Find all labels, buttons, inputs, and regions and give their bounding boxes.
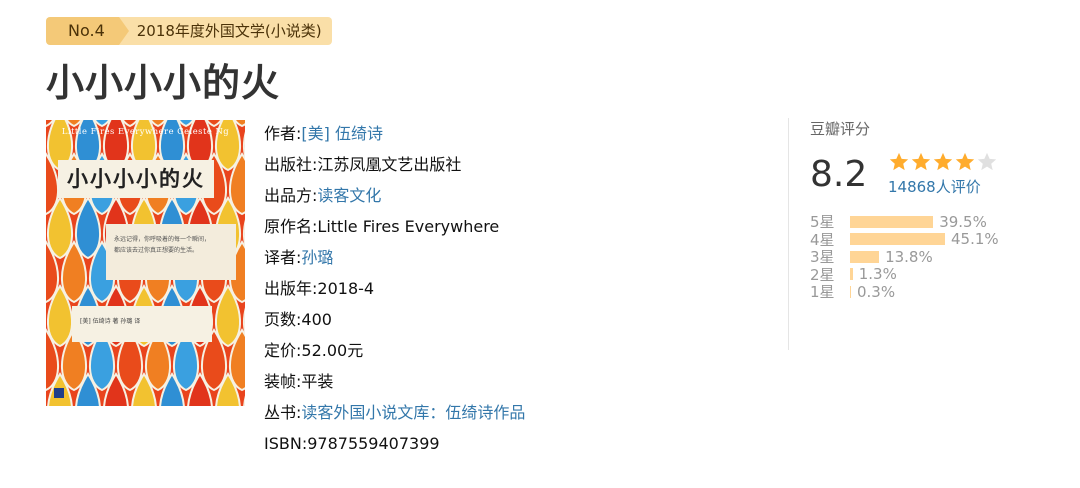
stars-wrap: 14868人评价 bbox=[888, 151, 998, 197]
book-title: 小小小小的火 bbox=[46, 61, 281, 105]
info-row-binding: 装帧: 平装 bbox=[264, 366, 525, 397]
rating-bar-track bbox=[850, 285, 851, 298]
info-row-isbn: ISBN: 9787559407399 bbox=[264, 428, 525, 459]
info-label: 出版年: bbox=[264, 279, 318, 298]
rating-bar bbox=[850, 268, 853, 281]
info-value: 400 bbox=[301, 310, 332, 329]
book-info: 作者: [美] 伍绮诗 出版社: 江苏凤凰文艺出版社 出品方: 读客文化 原作名… bbox=[264, 118, 525, 459]
info-label: 装帧: bbox=[264, 372, 302, 391]
rating-bar bbox=[850, 285, 851, 298]
info-row-original-title: 原作名: Little Fires Everywhere bbox=[264, 211, 525, 242]
rating-title: 豆瓣评分 bbox=[810, 120, 871, 138]
info-label: 译者: bbox=[264, 248, 302, 267]
ranking-badge[interactable]: No.4 2018年度外国文学(小说类) bbox=[46, 17, 332, 45]
info-row-series: 丛书: 读客外国小说文库：伍绮诗作品 bbox=[264, 397, 525, 428]
producer-link[interactable]: 读客文化 bbox=[317, 180, 381, 211]
star-filled-icon bbox=[911, 152, 931, 171]
info-row-publisher: 出版社: 江苏凤凰文艺出版社 bbox=[264, 149, 525, 180]
info-label: 原作名: bbox=[264, 217, 318, 236]
info-row-year: 出版年: 2018-4 bbox=[264, 273, 525, 304]
info-label: 定价: bbox=[264, 341, 302, 360]
rating-bar-track bbox=[850, 215, 934, 228]
cover-top-text: Little Fires Everywhere Celeste Ng bbox=[61, 126, 230, 136]
info-label: ISBN: bbox=[264, 434, 308, 453]
rating-main: 8.2 14868人评价 bbox=[810, 151, 1050, 197]
cover-title: 小小小小的火 bbox=[58, 160, 214, 198]
info-row-pages: 页数: 400 bbox=[264, 304, 525, 335]
info-row-price: 定价: 52.00元 bbox=[264, 335, 525, 366]
rating-row-percent: 39.5% bbox=[939, 212, 987, 231]
info-value: 2018-4 bbox=[317, 279, 375, 298]
info-value: 平装 bbox=[301, 372, 334, 391]
cover-quote-line2: 都应该去过你真正想要的生活。 bbox=[114, 247, 199, 254]
rank-list-name: 2018年度外国文学(小说类) bbox=[118, 17, 332, 45]
author-link[interactable]: [美] 伍绮诗 bbox=[301, 118, 383, 149]
rank-number: No.4 bbox=[46, 17, 129, 45]
info-value: 52.00元 bbox=[301, 341, 364, 360]
star-filled-icon bbox=[889, 152, 909, 171]
rating-distribution: 5星 39.5% 4星 45.1% 3星 13.8% 2星 1.3% 1星 0.3% bbox=[810, 212, 1050, 302]
rating-row-percent: 0.3% bbox=[857, 282, 896, 301]
info-row-producer: 出品方: 读客文化 bbox=[264, 180, 525, 211]
info-label: 出版社: bbox=[264, 155, 318, 174]
rating-bar-track bbox=[850, 233, 945, 246]
info-label: 页数: bbox=[264, 310, 302, 329]
rating-bar bbox=[850, 215, 934, 228]
info-label: 作者: bbox=[264, 124, 302, 143]
rating-row-percent: 45.1% bbox=[951, 230, 999, 249]
info-value: 江苏凤凰文艺出版社 bbox=[317, 155, 462, 174]
book-cover[interactable]: Little Fires Everywhere Celeste Ng 小小小小的… bbox=[46, 120, 245, 406]
star-empty-icon bbox=[977, 152, 997, 171]
info-value: 9787559407399 bbox=[307, 434, 440, 453]
info-label: 丛书: bbox=[264, 403, 302, 422]
star-filled-icon bbox=[955, 152, 975, 171]
cover-quote: 永远记得，你呼吸着的每一个瞬间， 都应该去过你真正想要的生活。 bbox=[106, 224, 236, 280]
rating-bar bbox=[850, 250, 880, 263]
divider bbox=[788, 118, 789, 350]
star-filled-icon bbox=[933, 152, 953, 171]
rating-row: 2星 1.3% bbox=[810, 265, 1050, 284]
cover-quote-line1: 永远记得，你呼吸着的每一个瞬间， bbox=[114, 236, 211, 243]
rating-bar-track bbox=[850, 250, 880, 263]
rating-bar bbox=[850, 233, 945, 246]
cover-authors: [美] 伍绮诗 著 孙璐 译 bbox=[72, 306, 212, 342]
translator-link[interactable]: 孙璐 bbox=[301, 242, 333, 273]
rating-row-percent: 13.8% bbox=[885, 247, 933, 266]
rating-row: 4星 45.1% bbox=[810, 230, 1050, 249]
rating-row-percent: 1.3% bbox=[858, 265, 897, 284]
rating-row: 5星 39.5% bbox=[810, 212, 1050, 232]
rating-panel: 豆瓣评分 8.2 14868人评价 5星 39.5% 4星 45.1% 3星 13.8% 2… bbox=[810, 118, 1050, 301]
info-label: 出品方: bbox=[264, 186, 318, 205]
publisher-logo-icon bbox=[54, 388, 64, 398]
star-rating bbox=[888, 151, 998, 173]
rating-row: 3星 13.8% bbox=[810, 247, 1050, 267]
info-row-translator: 译者: 孙璐 bbox=[264, 242, 525, 273]
rating-row-label: 1星 bbox=[810, 283, 835, 302]
series-link[interactable]: 读客外国小说文库：伍绮诗作品 bbox=[301, 397, 525, 428]
info-value: Little Fires Everywhere bbox=[317, 217, 500, 236]
rating-row: 1星 0.3% bbox=[810, 282, 1050, 302]
rating-bar-track bbox=[850, 268, 853, 281]
votes-link[interactable]: 14868人评价 bbox=[888, 176, 998, 197]
info-row-author: 作者: [美] 伍绮诗 bbox=[264, 118, 525, 149]
rating-score: 8.2 bbox=[810, 153, 868, 195]
